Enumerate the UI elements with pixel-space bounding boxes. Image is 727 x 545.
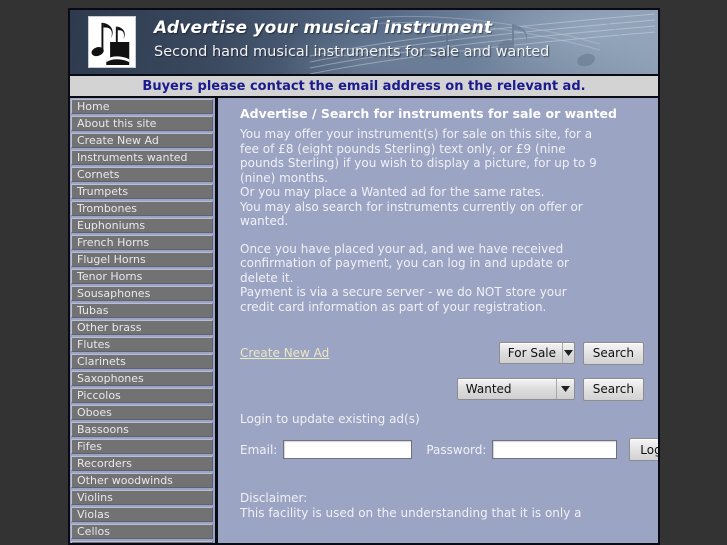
page-title: Advertise / Search for instruments for s…	[240, 106, 617, 121]
intro-paragraph-4: Once you have placed your ad, and we hav…	[240, 241, 569, 285]
for-sale-select-value: For Sale	[507, 346, 557, 360]
sidebar-item-tenor-horns[interactable]: Tenor Horns	[71, 269, 213, 284]
musical-notes-icon	[89, 17, 135, 67]
sidebar-item-trumpets[interactable]: Trumpets	[71, 184, 213, 199]
sidebar-item-instruments-wanted[interactable]: Instruments wanted	[71, 150, 213, 165]
wanted-select-value: Wanted	[465, 382, 512, 396]
sidebar-item-cellos[interactable]: Cellos	[71, 524, 213, 539]
search-row-for-sale: Create New Ad For Sale Search	[240, 340, 644, 366]
sidebar-item-create-new-ad[interactable]: Create New Ad	[71, 133, 213, 148]
for-sale-category-select[interactable]: For Sale	[498, 342, 575, 364]
sidebar-item-other-woodwinds[interactable]: Other woodwinds	[71, 473, 213, 488]
intro-paragraph-5: Payment is via a secure server - we do N…	[240, 285, 567, 314]
sidebar-item-flugel-horns[interactable]: Flugel Horns	[71, 252, 213, 267]
wanted-category-select[interactable]: Wanted	[456, 378, 575, 400]
sidebar-item-about-this-site[interactable]: About this site	[71, 116, 213, 131]
sidebar-item-home[interactable]: Home	[71, 99, 213, 114]
site-logo	[88, 16, 136, 68]
sidebar-navigation: Home About this site Create New Ad Instrume…	[70, 98, 213, 543]
sidebar-item-violins[interactable]: Violins	[71, 490, 213, 505]
search-row-wanted: Wanted Search	[240, 376, 644, 402]
chevron-down-icon	[555, 379, 574, 399]
sidebar-item-violas[interactable]: Violas	[71, 507, 213, 522]
intro-paragraph-3: You may also search for instruments curr…	[240, 199, 583, 229]
sidebar-item-fifes[interactable]: Fifes	[71, 439, 213, 454]
sidebar-item-other-brass[interactable]: Other brass	[71, 320, 213, 335]
sidebar-item-trombones[interactable]: Trombones	[71, 201, 213, 216]
disclaimer-line-1: This facility is used on the understandi…	[240, 505, 582, 520]
search-for-sale-button[interactable]: Search	[582, 341, 644, 365]
intro-paragraph-1: You may offer your instrument(s) for sal…	[240, 127, 597, 185]
sidebar-item-sousaphones[interactable]: Sousaphones	[71, 286, 213, 301]
sidebar-item-saxophones[interactable]: Saxophones	[71, 371, 213, 386]
body-area: Home About this site Create New Ad Instrume…	[68, 98, 660, 545]
sidebar-item-oboes[interactable]: Oboes	[71, 405, 213, 420]
chevron-down-icon	[562, 343, 574, 363]
password-input[interactable]	[492, 440, 618, 459]
banner-title: Advertise your musical instrument	[154, 18, 493, 38]
login-form: Email: Password: Login	[240, 438, 658, 461]
buyers-notice-text: Buyers please contact the email address …	[142, 78, 586, 94]
sidebar-item-bassoons[interactable]: Bassoons	[71, 422, 213, 437]
disclaimer-block: Disclaimer: This facility is used on the…	[240, 491, 644, 520]
sidebar-item-clarinets[interactable]: Clarinets	[71, 354, 213, 369]
sidebar-item-cornets[interactable]: Cornets	[71, 167, 213, 182]
page-frame: Advertise your musical instrument Second…	[68, 8, 660, 545]
email-label: Email:	[240, 442, 278, 457]
email-input[interactable]	[283, 440, 413, 459]
login-button[interactable]: Login	[629, 438, 658, 461]
password-label: Password:	[426, 442, 487, 457]
sidebar-item-piccolos[interactable]: Piccolos	[71, 388, 213, 403]
banner-subtitle: Second hand musical instruments for sale…	[154, 44, 550, 60]
create-new-ad-link[interactable]: Create New Ad	[240, 346, 329, 360]
sidebar-item-french-horns[interactable]: French Horns	[71, 235, 213, 250]
buyers-notice-bar: Buyers please contact the email address …	[68, 76, 660, 98]
sidebar-item-string-basses[interactable]: String Basses	[71, 541, 213, 543]
search-block: Create New Ad For Sale Search Wanted Sea…	[240, 340, 644, 402]
disclaimer-title: Disclaimer:	[240, 491, 308, 505]
site-banner: Advertise your musical instrument Second…	[68, 8, 660, 76]
search-wanted-button[interactable]: Search	[582, 377, 644, 401]
sidebar-item-tubas[interactable]: Tubas	[71, 303, 213, 318]
main-content: Advertise / Search for instruments for s…	[218, 98, 658, 543]
sidebar-item-euphoniums[interactable]: Euphoniums	[71, 218, 213, 233]
login-prompt: Login to update existing ad(s)	[240, 412, 420, 426]
sidebar-item-flutes[interactable]: Flutes	[71, 337, 213, 352]
sidebar-item-recorders[interactable]: Recorders	[71, 456, 213, 471]
intro-paragraph-2: Or you may place a Wanted ad for the sam…	[240, 185, 545, 199]
